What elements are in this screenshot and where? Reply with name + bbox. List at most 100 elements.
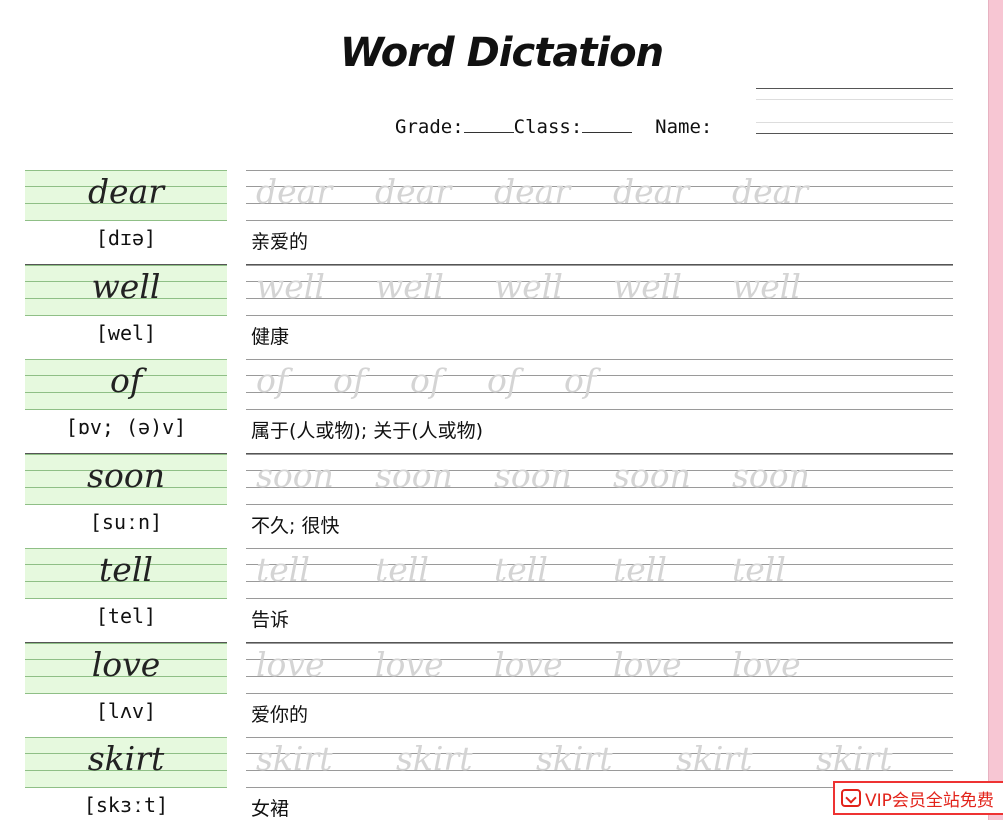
grade-label: Grade:	[395, 116, 464, 138]
guide-line	[25, 787, 227, 788]
dictation-entry: soon soon soon soon soon soon [suːn] 不久; 很快	[0, 453, 1003, 549]
tracing-area[interactable]: love love love love love	[246, 642, 953, 694]
guide-line	[246, 548, 953, 549]
class-blank[interactable]	[582, 132, 633, 133]
trace-word: love	[375, 644, 444, 684]
guide-line	[25, 220, 227, 221]
trace-word: of	[564, 361, 597, 400]
guide-line	[246, 469, 953, 471]
guide-line	[246, 737, 953, 738]
guide-line	[25, 314, 227, 316]
guide-line	[246, 186, 953, 187]
word: of	[109, 361, 143, 400]
phonetic: [skɜːt]	[83, 793, 169, 817]
tracing-area[interactable]: of of of of of	[246, 359, 953, 410]
guide-line	[246, 203, 953, 204]
dictation-entry: well well well well well well [wel] 健康	[0, 264, 1003, 360]
dictation-entry: love love love love love love [lʌv] 爱你的	[0, 642, 1003, 738]
trace-word: of	[410, 361, 443, 400]
guide-line	[246, 220, 953, 221]
tracing-area[interactable]: skirt skirt skirt skirt skirt	[246, 737, 953, 788]
guide-line	[246, 264, 953, 266]
word-box: skirt	[25, 737, 227, 788]
word: dear	[87, 172, 165, 211]
word-box: love	[25, 642, 227, 694]
guide-line	[246, 581, 953, 582]
word: well	[91, 266, 161, 306]
vip-badge[interactable]: VIP会员全站免费	[833, 781, 1003, 815]
trace-word: well	[375, 266, 444, 306]
phonetic: [wel]	[95, 320, 157, 345]
trace-word: tell	[494, 550, 548, 589]
trace-word: well	[732, 266, 801, 306]
trace-word: love	[732, 644, 801, 684]
word-box: well	[25, 264, 227, 316]
guide-line	[246, 692, 953, 694]
meaning: 爱你的	[251, 703, 309, 726]
guide-line	[246, 314, 953, 316]
trace-word: soon	[375, 455, 453, 495]
trace-word: well	[613, 266, 682, 306]
dictation-entry: tell tell tell tell tell tell [tel] 告诉	[0, 548, 1003, 643]
meaning: 属于(人或物); 关于(人或物)	[251, 420, 484, 442]
trace-word: dear	[732, 172, 809, 211]
tracing-area[interactable]: well well well well well	[246, 264, 953, 316]
word-box: soon	[25, 453, 227, 505]
meaning: 亲爱的	[251, 231, 309, 253]
trace-word: soon	[256, 455, 334, 495]
guide-line	[246, 170, 953, 171]
dictation-entry: dear dear dear dear dear dear [dɪə] 亲爱的	[0, 170, 1003, 265]
word: love	[91, 644, 161, 684]
guide-line	[25, 170, 227, 171]
meaning: 告诉	[251, 609, 290, 631]
guide-line	[246, 280, 953, 282]
trace-word: skirt	[256, 739, 333, 778]
word: skirt	[87, 739, 165, 778]
phonetic: [dɪə]	[95, 226, 157, 250]
trace-word: love	[256, 644, 325, 684]
guide-line	[246, 642, 953, 644]
guide-line	[246, 598, 953, 599]
guide-line	[25, 264, 227, 266]
phonetic: [tel]	[95, 604, 157, 628]
guide-line	[25, 598, 227, 599]
name-writing-lines-bottom	[756, 122, 953, 144]
page-title: Word Dictation	[339, 30, 664, 76]
trace-word: dear	[494, 172, 571, 211]
meaning: 健康	[251, 325, 290, 348]
guide-line	[25, 692, 227, 694]
trace-word: love	[613, 644, 682, 684]
tracing-area[interactable]: soon soon soon soon soon	[246, 453, 953, 505]
trace-word: tell	[256, 550, 310, 589]
guide-line	[246, 658, 953, 660]
trace-word: skirt	[396, 739, 473, 778]
name-writing-lines-top	[756, 88, 953, 110]
guide-line	[246, 359, 953, 360]
vip-icon	[841, 789, 861, 807]
guide-line	[246, 564, 953, 565]
meaning: 女裙	[251, 798, 290, 820]
word-box: dear	[25, 170, 227, 221]
trace-word: soon	[613, 455, 691, 495]
word: tell	[99, 550, 153, 589]
guide-line	[25, 642, 227, 644]
dictation-entry: of of of of of of [ɒv; (ə)v] 属于(人或物); 关于(人或物)	[0, 359, 1003, 454]
guide-line	[25, 359, 227, 360]
word-box: of	[25, 359, 227, 410]
meaning: 不久; 很快	[251, 514, 340, 537]
trace-word: of	[487, 361, 520, 400]
tracing-area[interactable]: tell tell tell tell tell	[246, 548, 953, 599]
phonetic: [lʌv]	[95, 698, 157, 723]
guide-line	[25, 453, 227, 455]
guide-line	[246, 503, 953, 505]
trace-word: well	[256, 266, 325, 306]
grade-blank[interactable]	[463, 132, 514, 133]
word-box: tell	[25, 548, 227, 599]
guide-line	[246, 675, 953, 677]
trace-word: tell	[732, 550, 786, 589]
trace-word: of	[256, 361, 289, 400]
trace-word: dear	[613, 172, 690, 211]
guide-line	[246, 453, 953, 455]
tracing-area[interactable]: dear dear dear dear dear	[246, 170, 953, 221]
trace-word: of	[333, 361, 366, 400]
